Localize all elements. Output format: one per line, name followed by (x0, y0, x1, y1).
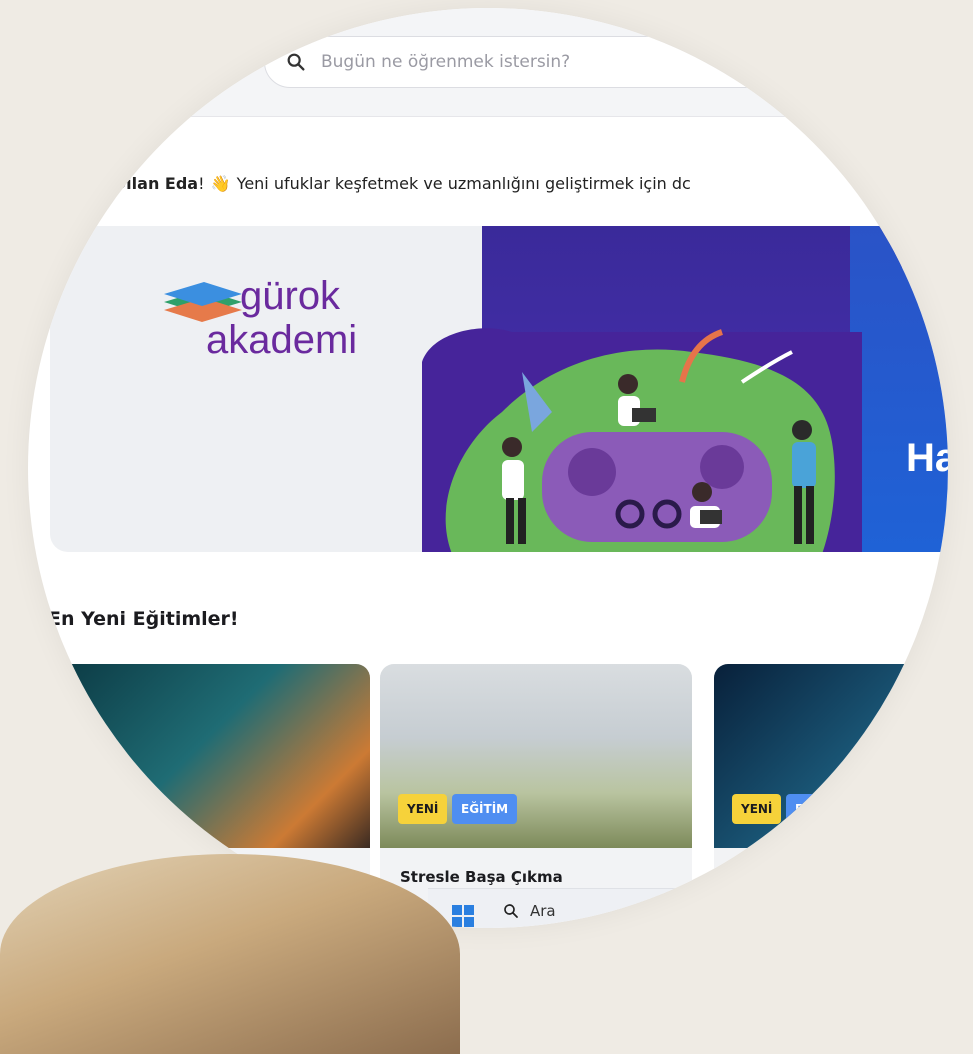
hero-banner[interactable]: Ha gürok akademi (50, 226, 948, 552)
top-bar (28, 8, 948, 117)
gurok-akademi-logo: gürok akademi (158, 266, 357, 360)
search-icon (287, 53, 305, 71)
taskbar-search-label: Ara (530, 902, 556, 920)
badge-egitim-1 (148, 794, 166, 824)
taskbar-search[interactable]: Ara (502, 897, 662, 925)
windows-start-icon[interactable] (452, 905, 474, 927)
logo-text-akademi: akademi (206, 318, 358, 362)
wave-icon: 👋 (210, 174, 231, 193)
badge-yeni-2: YENİ (398, 794, 448, 824)
greeting-text: a Dilan Eda! 👋 Yeni ufuklar keşfetmek ve… (98, 174, 691, 193)
badge-yeni-3: YENİ (732, 794, 782, 824)
greeting-prefix: a (98, 174, 113, 193)
section-title: En Yeni Eğitimler! (48, 608, 239, 630)
greeting-message: Yeni ufuklar keşfetmek ve uzmanlığını ge… (231, 174, 691, 193)
taskbar-search-icon (504, 904, 518, 918)
windows-taskbar: Ara (428, 888, 948, 928)
course-title-2[interactable]: Stresle Başa Çıkma (400, 868, 563, 886)
search-bar[interactable] (264, 36, 904, 88)
course-image-1 (58, 664, 370, 848)
badge-egitim-3: EĞ (786, 794, 823, 824)
search-input[interactable] (319, 51, 843, 73)
background-photo (0, 854, 460, 1054)
logo-text-gurok: gürok (240, 274, 341, 318)
greeting-exclaim: ! (198, 174, 210, 193)
screen-area: a Dilan Eda! 👋 Yeni ufuklar keşfetmek ve… (28, 8, 948, 928)
banner-right-text: Ha (906, 436, 948, 480)
course-card-3[interactable] (714, 664, 948, 914)
badge-egitim-2: EĞİTİM (452, 794, 518, 824)
user-name: Dilan Eda (112, 174, 199, 193)
gamepad-illustration (422, 328, 862, 552)
